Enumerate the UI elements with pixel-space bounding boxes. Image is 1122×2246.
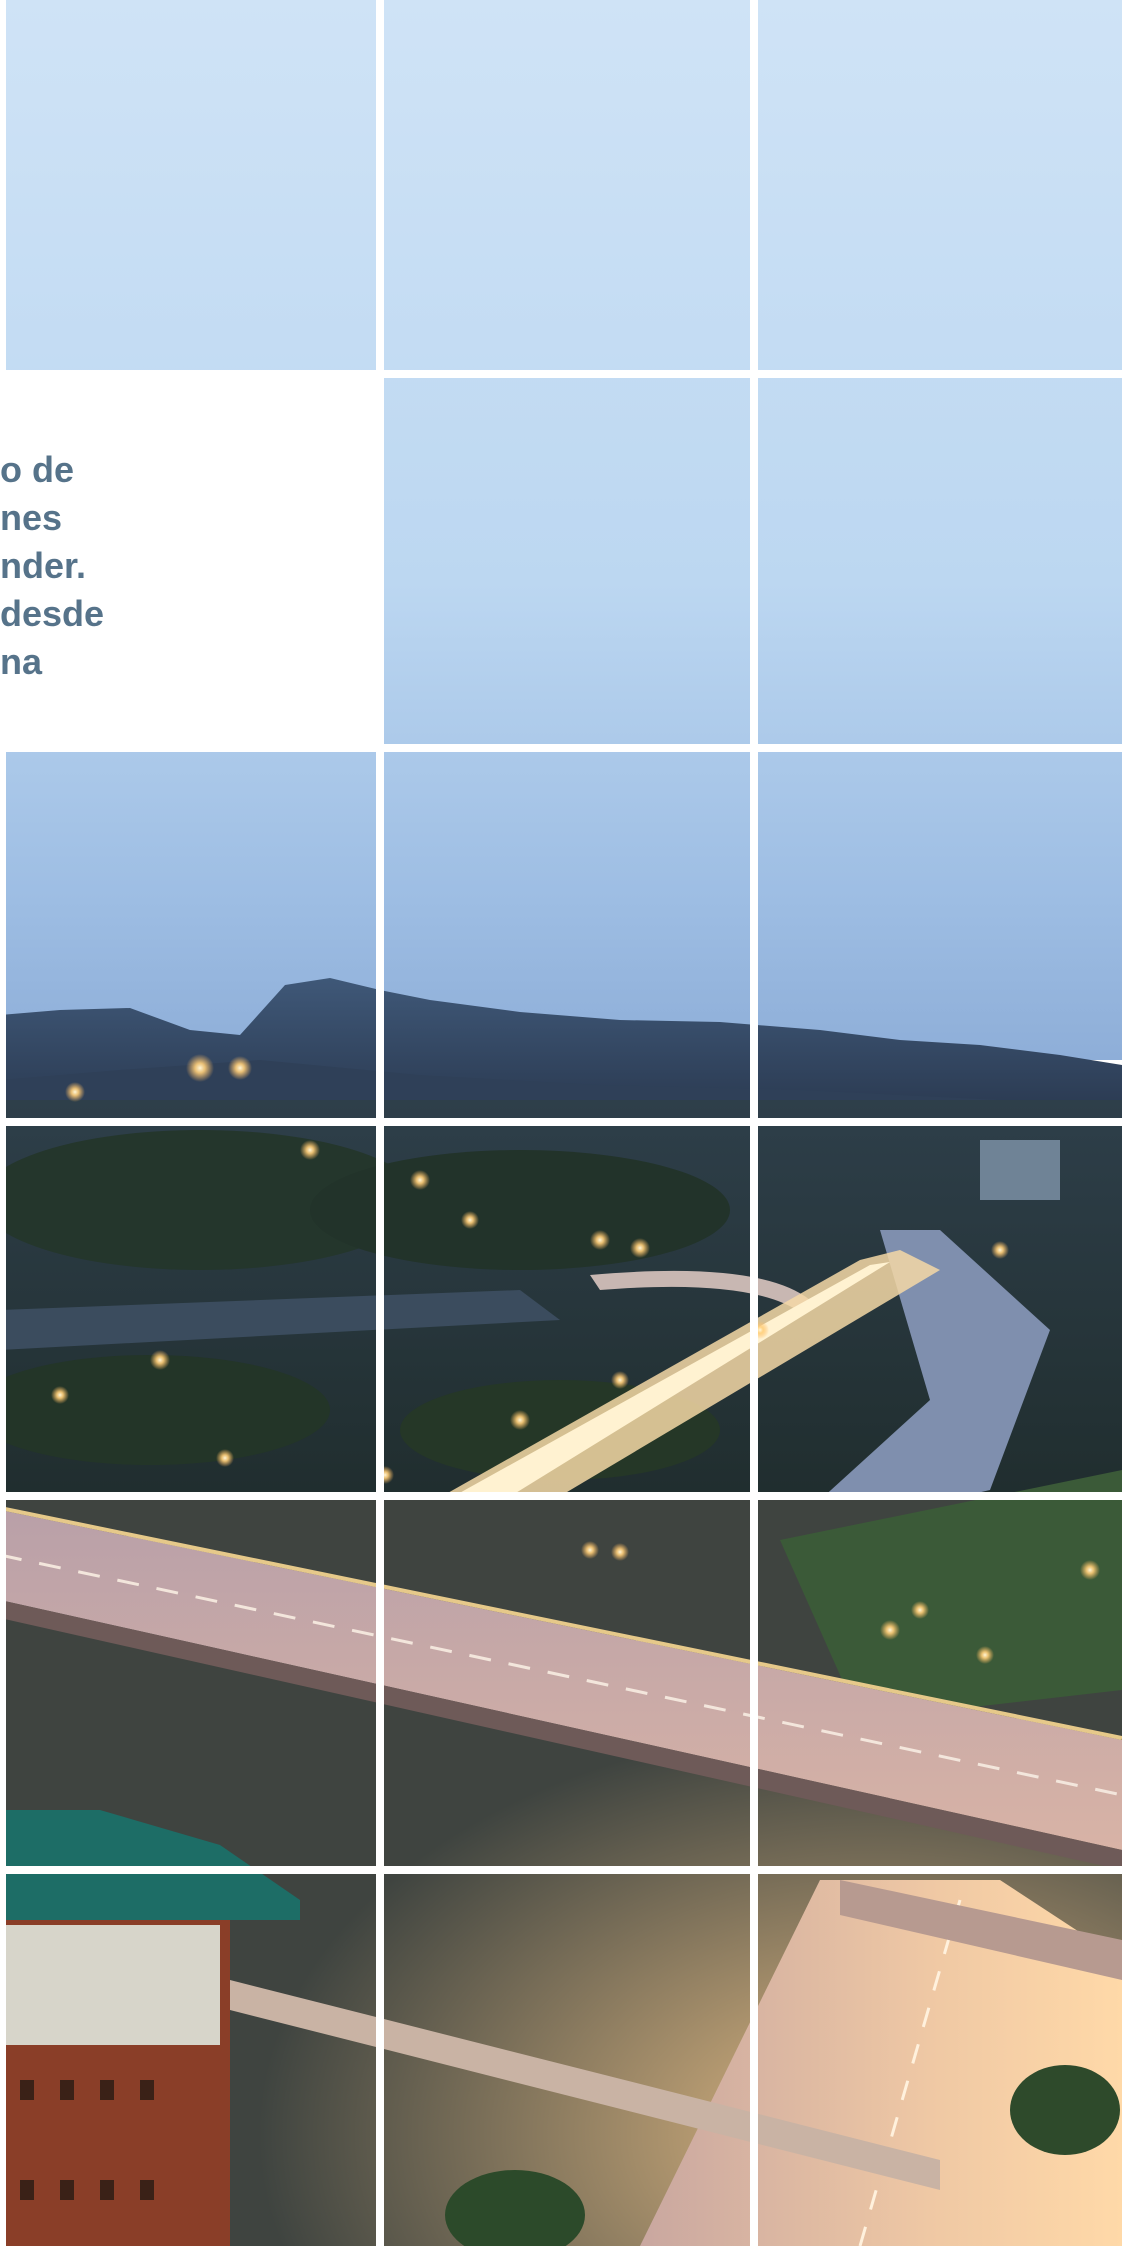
text-panel-lines: o de nes nder. desde na bbox=[0, 446, 376, 686]
tree-cluster bbox=[310, 1150, 730, 1270]
text-line: o de bbox=[0, 449, 75, 490]
distant-tower bbox=[980, 1140, 1060, 1200]
text-line: nder. bbox=[0, 545, 87, 586]
text-line: nes bbox=[0, 497, 63, 538]
text-line: na bbox=[0, 641, 43, 682]
city-photo-grid bbox=[0, 0, 1122, 2246]
tree bbox=[1010, 2065, 1120, 2155]
text-line: desde bbox=[0, 593, 105, 634]
glass-facade bbox=[0, 1925, 220, 2045]
text-panel: o de nes nder. desde na bbox=[0, 376, 376, 750]
